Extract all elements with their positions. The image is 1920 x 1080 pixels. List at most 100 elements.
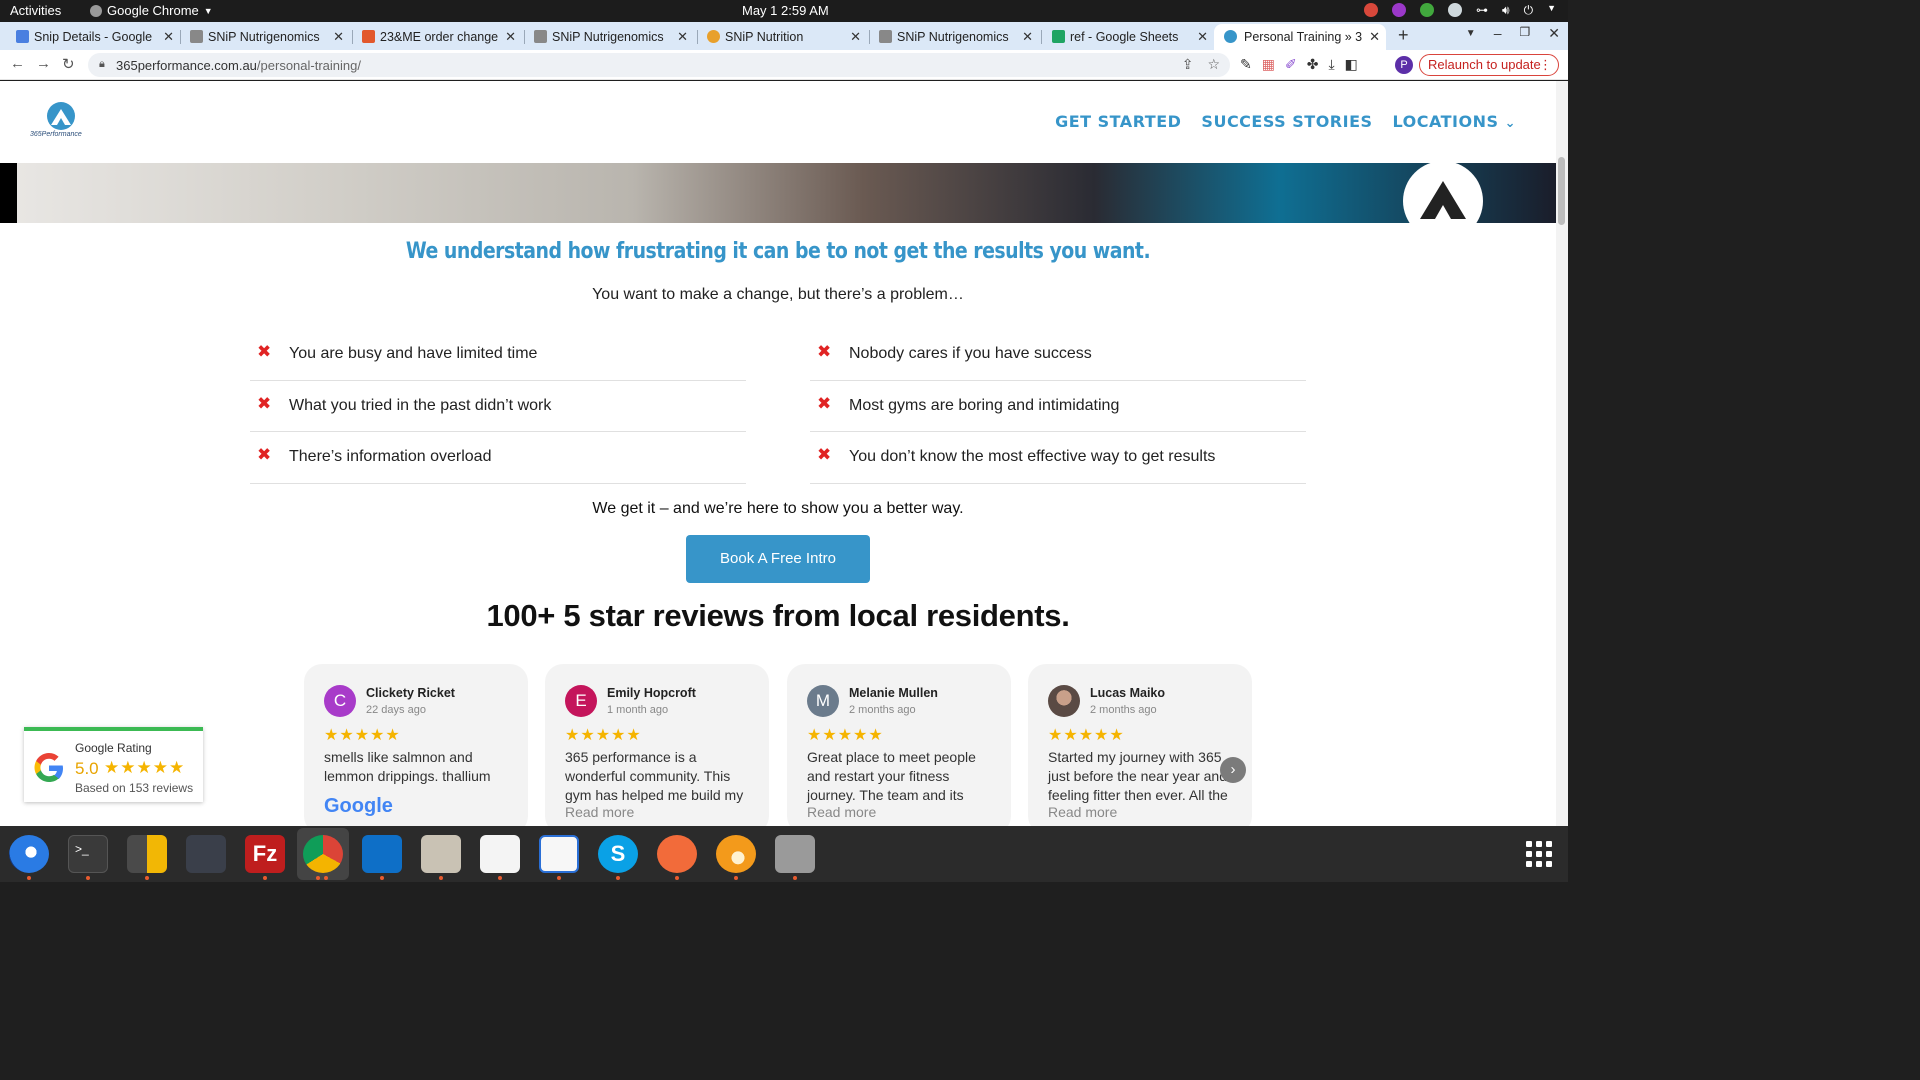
close-icon[interactable]: ✕ xyxy=(505,29,516,45)
web-page: 365Performance GET STARTED SUCCESS STORI… xyxy=(0,81,1556,826)
tab-label: Snip Details - Google xyxy=(34,30,153,44)
close-icon[interactable]: ✕ xyxy=(850,29,861,45)
forward-icon[interactable]: → xyxy=(36,55,51,72)
libreoffice-writer-icon[interactable] xyxy=(539,835,579,873)
tab-search-icon[interactable]: ▼ xyxy=(1466,25,1476,42)
close-icon[interactable]: ✕ xyxy=(333,29,344,45)
scrollbar-thumb[interactable] xyxy=(1558,157,1565,225)
tab[interactable]: 23&ME order change ✕ xyxy=(362,24,516,50)
close-window-icon[interactable]: ✕ xyxy=(1548,25,1560,42)
blender-icon[interactable] xyxy=(716,835,756,873)
star-rating: ★★★★★ xyxy=(1048,727,1125,744)
new-tab-icon[interactable]: + xyxy=(1398,25,1409,46)
relaunch-button[interactable]: Relaunch to update ⋮ xyxy=(1419,54,1559,76)
download-icon[interactable]: ⤓ xyxy=(1328,56,1334,73)
files-icon[interactable] xyxy=(421,835,461,873)
postman-icon[interactable] xyxy=(657,835,697,873)
tab[interactable]: SNiP Nutrition ✕ xyxy=(707,24,861,50)
lock-icon[interactable]: 🔒︎ xyxy=(99,58,105,71)
reload-icon[interactable]: ↻ xyxy=(62,55,75,73)
terminal-icon[interactable]: >_ xyxy=(68,835,108,873)
read-more-link[interactable]: Read more xyxy=(1048,804,1117,820)
disk-icon[interactable] xyxy=(775,835,815,873)
back-icon[interactable]: ← xyxy=(10,55,25,72)
tab-active[interactable]: Personal Training » 3 ✕ xyxy=(1214,24,1386,50)
nav-locations[interactable]: LOCATIONS ⌄ xyxy=(1393,112,1516,131)
extension-tray-icon[interactable] xyxy=(1392,3,1407,17)
close-icon[interactable]: ✕ xyxy=(1022,29,1033,45)
power-icon[interactable]: ⏻ xyxy=(1524,3,1534,18)
network-icon[interactable]: ⊶ xyxy=(1476,3,1488,18)
reviewer-name: Clickety Ricket xyxy=(366,686,455,700)
tab-label: SNiP Nutrigenomics xyxy=(552,30,664,44)
text-editor-icon[interactable] xyxy=(480,835,520,873)
rating-stars: ★★★★★ xyxy=(104,758,186,777)
book-free-intro-button[interactable]: Book A Free Intro xyxy=(686,535,870,583)
tab[interactable]: SNiP Nutrigenomics ✕ xyxy=(879,24,1033,50)
tab[interactable]: SNiP Nutrigenomics ✕ xyxy=(190,24,344,50)
section-subhead: You want to make a change, but there’s a… xyxy=(592,286,964,303)
review-text: 365 performance is a wonderful community… xyxy=(565,749,744,803)
read-more-link[interactable]: Read more xyxy=(565,804,634,820)
carousel-next-icon[interactable]: › xyxy=(1220,757,1246,783)
close-icon[interactable]: ✕ xyxy=(163,29,174,45)
system-tray[interactable]: ⊶ 🔊︎ ⏻ ▼ xyxy=(1364,3,1556,18)
review-text: smells like salmnon and lemmon drippings… xyxy=(324,749,491,784)
side-panel-icon[interactable]: ◧ xyxy=(1345,56,1358,73)
vscode-icon[interactable] xyxy=(362,835,402,873)
tab-label: Personal Training » 3 xyxy=(1244,30,1363,44)
chrome-tray-icon[interactable] xyxy=(1364,3,1379,17)
maximize-icon[interactable]: ❐ xyxy=(1520,25,1531,42)
more-menu-icon[interactable]: ⋮ xyxy=(1539,55,1552,75)
feather-extension-icon[interactable]: ✐ xyxy=(1285,56,1297,73)
chevron-down-icon: ▼ xyxy=(203,5,213,16)
read-more-link[interactable]: Read more xyxy=(807,804,876,820)
chevron-down-icon[interactable]: ▼ xyxy=(1547,3,1556,18)
minimize-icon[interactable]: – xyxy=(1494,25,1502,42)
skype-icon[interactable]: S xyxy=(598,835,638,873)
filezilla-icon[interactable]: Fz xyxy=(245,835,285,873)
share-icon[interactable]: ⇪ xyxy=(1182,56,1194,73)
nav-success-stories[interactable]: SUCCESS STORIES xyxy=(1201,112,1372,131)
close-icon[interactable]: ✕ xyxy=(1197,29,1208,45)
clock[interactable]: May 1 2:59 AM xyxy=(742,3,829,18)
url-text[interactable]: 365performance.com.au/personal-training/ xyxy=(116,58,361,73)
tab[interactable]: SNiP Nutrigenomics ✕ xyxy=(534,24,688,50)
xbox-tray-icon[interactable] xyxy=(1448,3,1463,17)
chrome-icon[interactable] xyxy=(303,835,343,873)
show-applications-icon[interactable] xyxy=(1526,841,1552,867)
tab[interactable]: ref - Google Sheets ✕ xyxy=(1052,24,1208,50)
nav-get-started[interactable]: GET STARTED xyxy=(1055,112,1181,131)
puzzle-extensions-icon[interactable]: ✤ xyxy=(1307,56,1319,73)
review-card[interactable]: M Melanie Mullen 2 months ago ★★★★★ Grea… xyxy=(787,664,1011,826)
thunderbird-icon[interactable] xyxy=(9,835,49,873)
volume-icon[interactable]: 🔊︎ xyxy=(1502,3,1510,18)
review-card[interactable]: E Emily Hopcroft 1 month ago ★★★★★ 365 p… xyxy=(545,664,769,826)
running-indicator xyxy=(380,876,384,880)
rating-score: 5.0 xyxy=(75,759,99,778)
chevron-down-icon: ⌄ xyxy=(1504,116,1516,131)
calculator-icon[interactable] xyxy=(127,835,167,873)
bookmark-star-icon[interactable]: ☆ xyxy=(1207,56,1220,73)
site-logo[interactable]: 365Performance xyxy=(30,101,90,143)
profile-avatar[interactable]: P xyxy=(1395,56,1413,74)
close-icon[interactable]: ✕ xyxy=(1369,29,1380,45)
address-bar[interactable]: 🔒︎ 365performance.com.au/personal-traini… xyxy=(88,53,1230,77)
problem-item: ✖ Most gyms are boring and intimidating xyxy=(810,381,1306,432)
review-card[interactable]: C Clickety Ricket 22 days ago ★★★★★ smel… xyxy=(304,664,528,826)
google-rating-badge[interactable]: Google Rating 5.0 ★★★★★ Based on 153 rev… xyxy=(24,727,203,802)
snip-nutrition-icon xyxy=(707,30,720,43)
page-scrollbar[interactable] xyxy=(1556,81,1568,826)
tab-label: SNiP Nutrigenomics xyxy=(897,30,1009,44)
sync-tray-icon[interactable] xyxy=(1420,3,1435,17)
calendar-extension-icon[interactable]: ▦ xyxy=(1262,56,1275,73)
problem-text: There’s information overload xyxy=(289,448,492,465)
tab[interactable]: Snip Details - Google ✕ xyxy=(16,24,174,50)
review-card[interactable]: Lucas Maiko 2 months ago ★★★★★ Started m… xyxy=(1028,664,1252,826)
close-icon[interactable]: ✕ xyxy=(677,29,688,45)
google-g-icon xyxy=(34,753,63,782)
activities-button[interactable]: Activities xyxy=(10,3,61,18)
app-menu[interactable]: Google Chrome ▼ xyxy=(90,3,213,18)
pen-extension-icon[interactable]: ✎ xyxy=(1240,56,1252,73)
system-monitor-icon[interactable] xyxy=(186,835,226,873)
